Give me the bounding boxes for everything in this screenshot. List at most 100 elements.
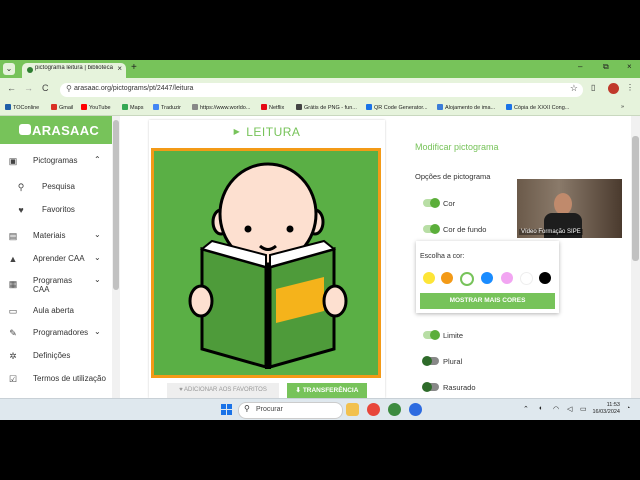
tray-expand-icon[interactable]: ⌃ [523, 405, 529, 413]
color-swatch-white[interactable] [520, 272, 533, 285]
battery-icon[interactable]: ▭ [580, 405, 587, 413]
sidebar-item-label: Aprender CAA [33, 254, 85, 263]
taskbar-search[interactable]: ⚲ Procurar [238, 402, 343, 419]
color-swatch-orange[interactable] [441, 272, 453, 284]
back-button[interactable]: ← [7, 83, 16, 93]
zoom-icon[interactable] [409, 403, 422, 416]
download-button[interactable]: ⬇ TRANSFERÊNCIA [287, 383, 367, 398]
sidebar-item-programas-caa[interactable]: ▦ Programas CAA ⌄ [0, 272, 112, 296]
sidebar-item-label: Pesquisa [42, 182, 75, 191]
option-label: Cor de fundo [443, 225, 487, 234]
chevron-down-icon: ⌄ [94, 230, 101, 239]
sidebar-item-aprender-caa[interactable]: ▲ Aprender CAA ⌄ [0, 250, 112, 268]
restore-button[interactable]: ⧉ [603, 62, 609, 72]
sidebar-item-termos[interactable]: ☑ Termos de utilização [0, 370, 112, 388]
chrome-profile-icon[interactable] [388, 403, 401, 416]
reload-button[interactable]: C [42, 83, 49, 93]
video-person-head [554, 193, 572, 215]
bookmark-favicon-icon [81, 104, 87, 110]
sidebar-item-label: Pictogramas [33, 156, 78, 165]
address-bar[interactable]: ⚲ arasaac.org/pictograms/pt/2447/leitura… [60, 83, 583, 97]
bookmark-item[interactable]: YouTube [81, 104, 111, 111]
sidebar-item-pesquisa[interactable]: ⚲ Pesquisa [0, 178, 112, 196]
play-icon[interactable]: ▶ [234, 127, 241, 136]
sidebar-item-favoritos[interactable]: ♥ Favoritos [0, 201, 112, 219]
bookmark-item[interactable]: Traduzir [153, 104, 181, 111]
sidebar-item-pictogramas[interactable]: ▣ Pictogramas ⌃ [0, 152, 112, 170]
bookmark-item[interactable]: TOConline [5, 104, 39, 111]
sidebar-item-label: Favoritos [42, 205, 75, 214]
notifications-icon[interactable]: ◔ [626, 405, 630, 412]
bookmark-favicon-icon [51, 104, 57, 110]
pictogram-image [151, 148, 381, 378]
close-window-button[interactable]: × [627, 62, 632, 71]
minimize-button[interactable]: – [578, 62, 582, 71]
browser-menu-icon[interactable]: ⋮ [626, 83, 634, 92]
background-color-toggle[interactable] [423, 224, 440, 234]
bookmark-favicon-icon [122, 104, 128, 110]
bookmark-item[interactable]: https://www.worldo... [192, 104, 250, 111]
color-swatch-black[interactable] [539, 272, 551, 284]
sidebar-item-definicoes[interactable]: ✲ Definições [0, 347, 112, 365]
start-tile [221, 404, 226, 409]
start-tile [227, 404, 232, 409]
sidepanel-icon[interactable]: ▯ [591, 83, 595, 92]
wifi-icon[interactable]: ◠ [553, 405, 559, 413]
chevron-down-icon: ⌄ [94, 327, 101, 336]
bookmark-item[interactable]: Cópia de XXXI Cong... [506, 104, 569, 111]
sidebar-item-label: Termos de utilização [33, 374, 106, 383]
color-swatch-pink[interactable] [501, 272, 513, 284]
more-colors-button[interactable]: MOSTRAR MAIS CORES [420, 293, 555, 309]
address-toolbar: ← → C ⚲ arasaac.org/pictograms/pt/2447/l… [0, 78, 640, 102]
color-swatch-blue[interactable] [481, 272, 493, 284]
network-icon[interactable]: ◐ [539, 405, 543, 412]
plural-toggle[interactable] [422, 356, 439, 366]
page-scrollbar[interactable] [631, 116, 640, 398]
video-call-overlay[interactable]: Vídeo Formação SIPE [517, 179, 622, 238]
sidebar-item-label: Definições [33, 351, 71, 360]
browser-tab[interactable]: pictograma leitura | biblioteca × [22, 63, 126, 78]
profile-avatar[interactable] [608, 83, 619, 94]
forward-button[interactable]: → [24, 83, 33, 93]
pictogram-title: ▶ LEITURA [149, 125, 385, 139]
sidebar-scrollbar[interactable] [112, 116, 120, 398]
sidebar-item-aula-aberta[interactable]: ▭ Aula aberta [0, 302, 112, 320]
sidebar-item-label: Programadores [33, 328, 89, 337]
chrome-icon[interactable] [367, 403, 380, 416]
sidebar-item-programadores[interactable]: ✎ Programadores ⌄ [0, 324, 112, 342]
file-explorer-icon[interactable] [346, 403, 359, 416]
pictogram-actions: ♥ ADICIONAR AOS FAVORITOS ⬇ TRANSFERÊNCI… [167, 383, 367, 398]
color-swatch-green-selected[interactable] [460, 272, 474, 286]
bookmark-item[interactable]: Grátis de PNG - fun... [296, 104, 357, 111]
bookmark-item[interactable]: Gmail [51, 104, 73, 111]
site-info-icon[interactable]: ⚲ [66, 84, 72, 93]
bookmark-star-icon[interactable]: ☆ [570, 83, 578, 94]
sidebar-item-materiais[interactable]: ▤ Materiais ⌄ [0, 227, 112, 245]
image-icon: ▣ [8, 156, 18, 166]
arasaac-logo[interactable]: ARASAAC [0, 116, 112, 144]
bookmark-item[interactable]: Maps [122, 104, 143, 111]
bookmark-item[interactable]: QR Code Generator... [366, 104, 428, 111]
sidebar-scroll-thumb[interactable] [113, 120, 119, 290]
tab-search-icon[interactable]: ⌄ [3, 63, 15, 75]
toggle-knob [430, 224, 440, 234]
add-favorite-label: ADICIONAR AOS FAVORITOS [184, 387, 267, 393]
bookmarks-overflow-icon[interactable]: » [621, 104, 624, 110]
volume-icon[interactable]: ◁ [567, 405, 572, 413]
pictogram-card: ▶ LEITURA ♥ ADICIONAR AOS FAVORITOS ⬇ TR… [149, 120, 385, 398]
limit-toggle[interactable] [423, 330, 440, 340]
tab-close-icon[interactable]: × [117, 64, 122, 73]
color-toggle[interactable] [423, 198, 440, 208]
strikethrough-toggle[interactable] [422, 382, 439, 392]
windows-taskbar: ⚲ Procurar ⌃ ◐ ◠ ◁ ▭ 11:53 16/03/2024 ◔ [0, 398, 640, 420]
chevron-down-icon: ⌄ [94, 253, 101, 262]
bookmark-item[interactable]: Alojamento de ima... [437, 104, 495, 111]
add-favorite-button[interactable]: ♥ ADICIONAR AOS FAVORITOS [167, 383, 279, 398]
bookmark-item[interactable]: Netflix [261, 104, 284, 111]
new-tab-button[interactable]: + [131, 62, 137, 73]
gear-icon: ✲ [9, 351, 17, 361]
color-swatch-yellow[interactable] [423, 272, 435, 284]
page-scroll-thumb[interactable] [632, 136, 639, 261]
windows-start-icon[interactable] [221, 404, 232, 415]
taskbar-clock[interactable]: 11:53 16/03/2024 [590, 402, 620, 416]
